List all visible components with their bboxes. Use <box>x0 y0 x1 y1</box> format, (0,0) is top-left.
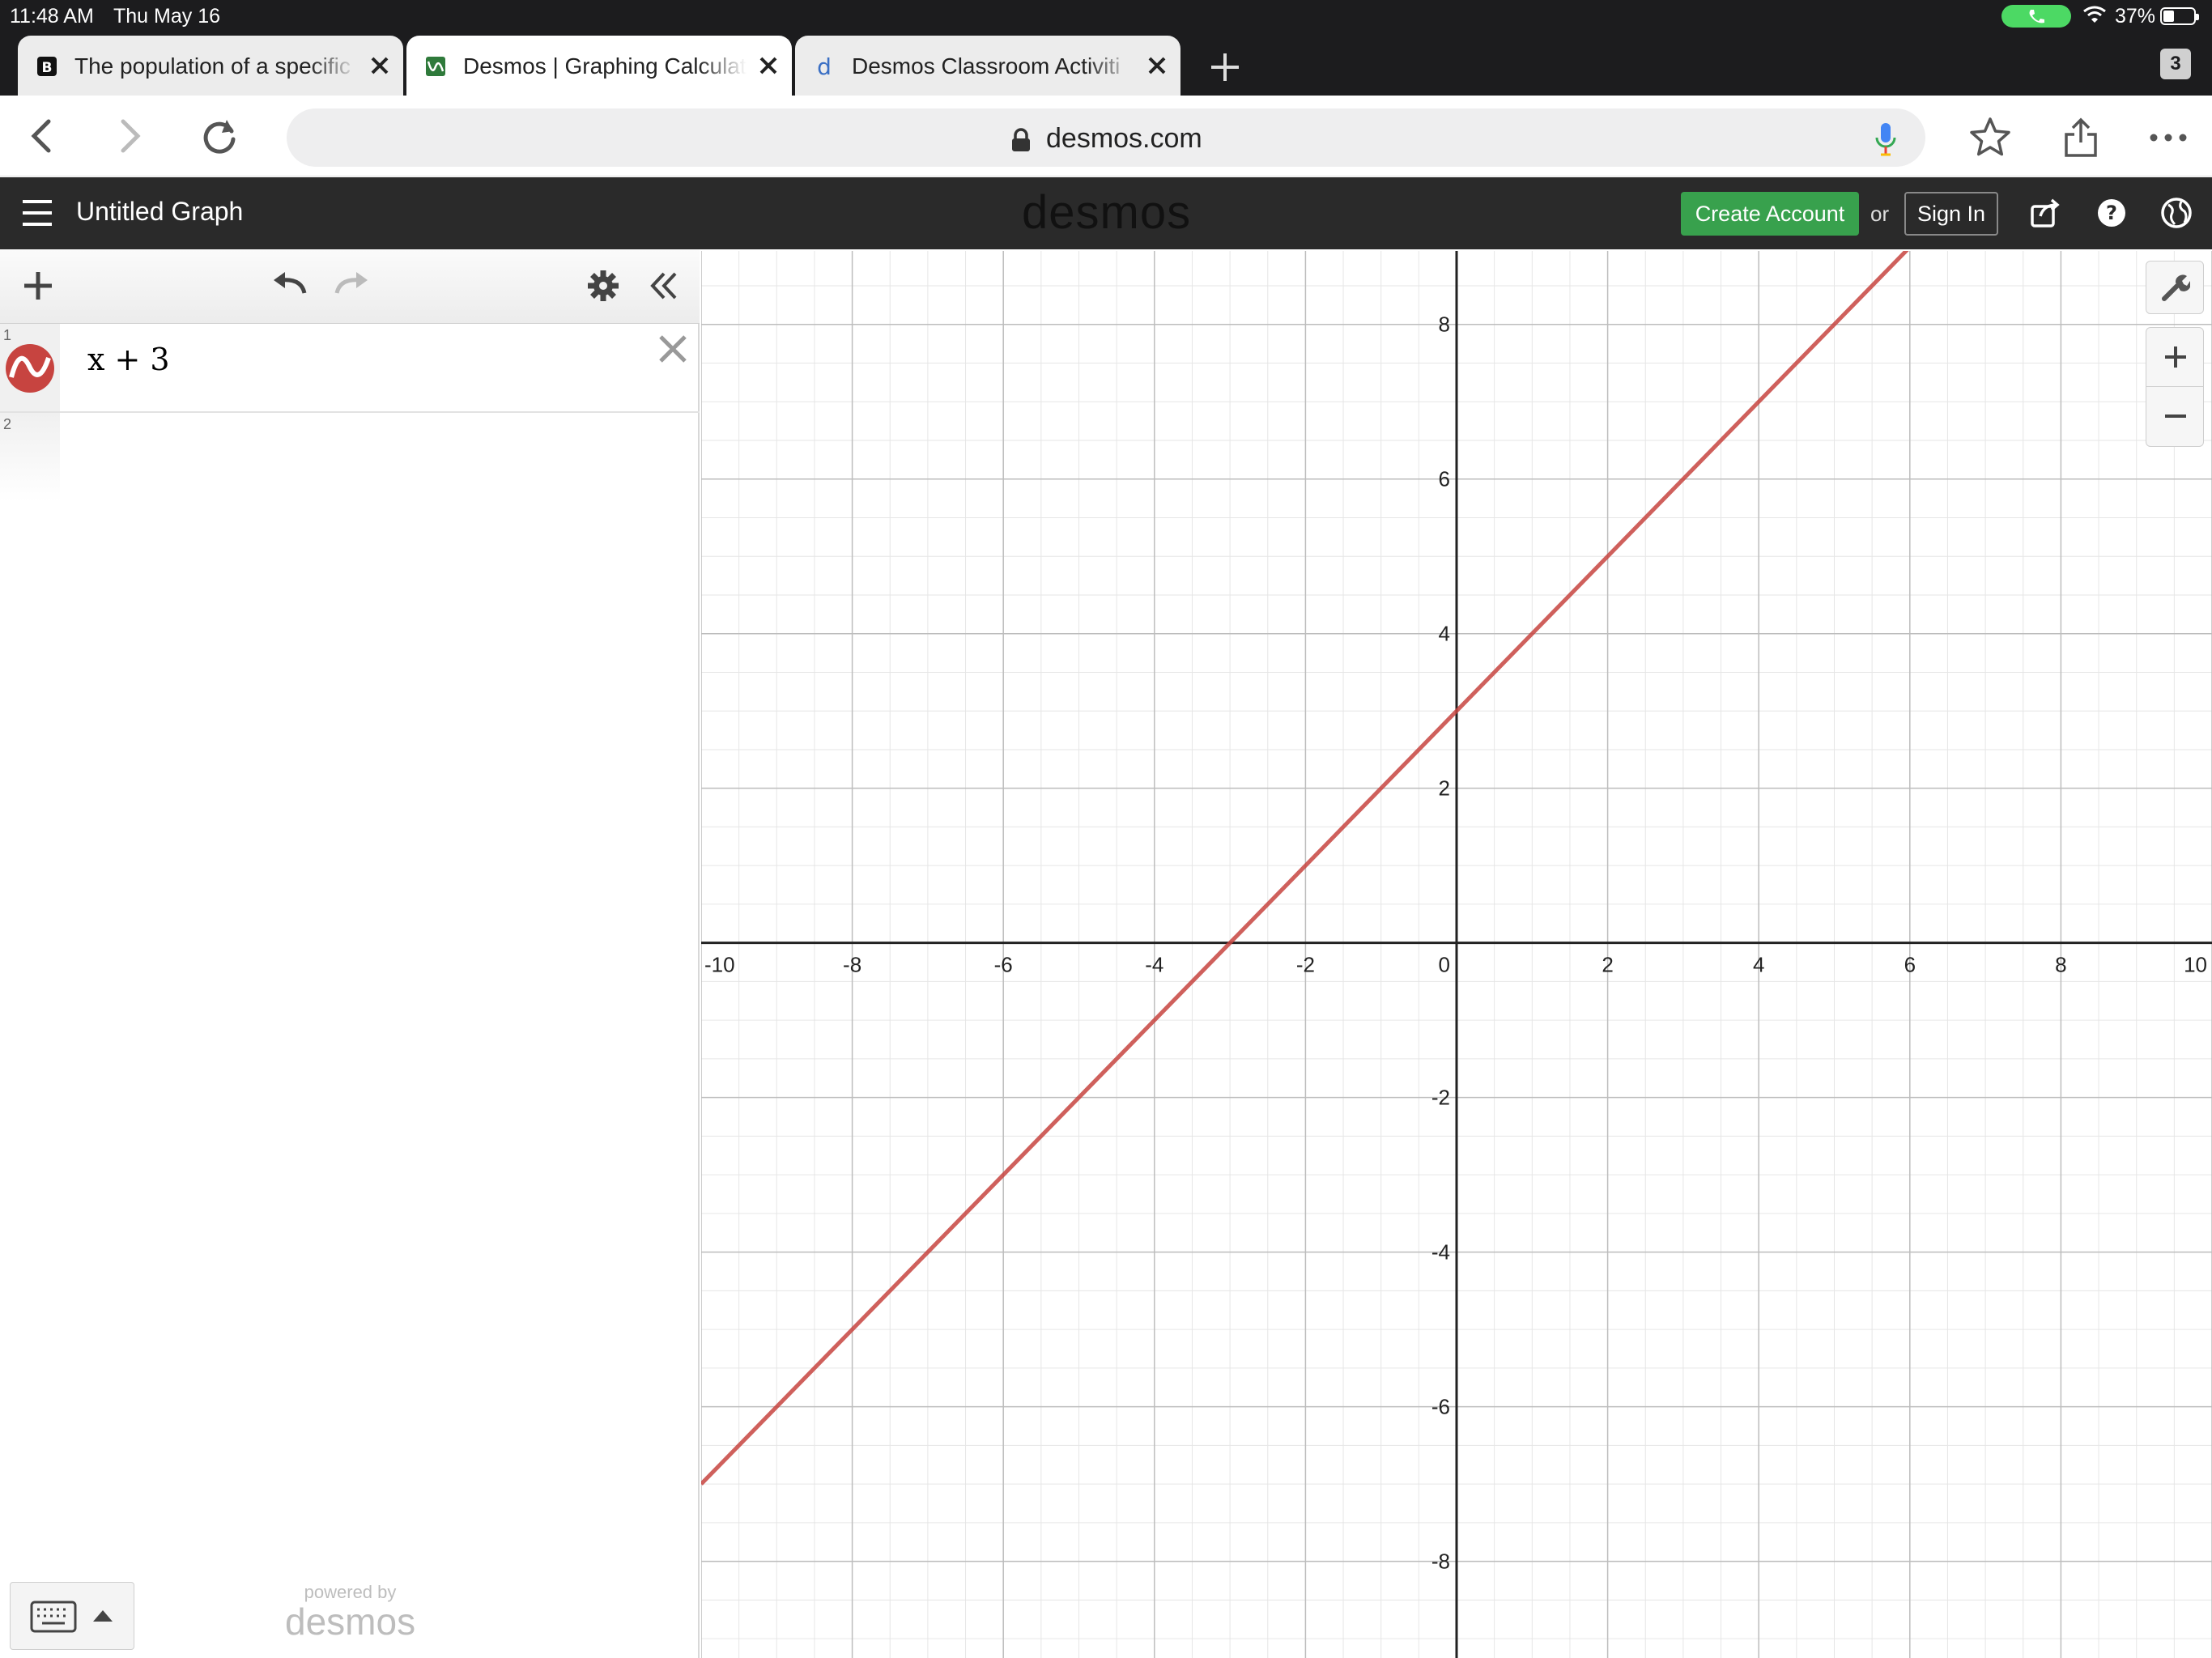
more-options-icon[interactable] <box>2146 115 2191 160</box>
x-tick-label: 8 <box>2055 953 2066 977</box>
browser-tab-strip: B The population of a specific Desmos | … <box>0 32 2212 96</box>
collapse-panel-icon[interactable] <box>646 269 680 303</box>
help-icon[interactable]: ? <box>2095 197 2128 229</box>
battery-percent: 37% <box>2115 5 2156 28</box>
expression-row-empty[interactable]: 2 <box>0 413 700 502</box>
powered-by-brand: desmos <box>285 1601 416 1643</box>
wifi-icon <box>2083 6 2106 23</box>
address-bar[interactable]: desmos.com <box>287 108 1925 167</box>
graph-canvas[interactable]: -10 -8 -6 -4 -2 0 2 4 6 8 10 -8 -6 -4 -2 2 4 6 8 <box>701 251 2212 1658</box>
x-tick-label: 2 <box>1602 953 1613 977</box>
svg-text:B: B <box>42 60 53 76</box>
hamburger-menu-icon[interactable] <box>21 198 53 227</box>
reload-icon[interactable] <box>199 115 241 157</box>
x-tick-label: -8 <box>843 953 861 977</box>
graph-title[interactable]: Untitled Graph <box>76 197 243 227</box>
new-tab-icon[interactable] <box>1206 49 1244 86</box>
tab-desmos-graphing[interactable]: Desmos | Graphing Calculat <box>406 36 792 96</box>
status-time: 11:48 AM <box>10 5 94 28</box>
expression-gutter: 2 <box>0 413 60 502</box>
share-graph-icon[interactable] <box>2029 197 2061 229</box>
lock-icon <box>1012 128 1030 151</box>
zoom-in-button[interactable] <box>2146 327 2204 387</box>
x-tick-label: 6 <box>1904 953 1916 977</box>
zoom-out-button[interactable] <box>2146 387 2204 447</box>
tab-title: Desmos Classroom Activiti <box>852 53 1135 79</box>
graph-settings-button[interactable] <box>2146 261 2204 314</box>
expression-toolbar <box>0 249 700 324</box>
battery-icon <box>2160 7 2199 25</box>
graph-line-color-icon[interactable] <box>5 343 55 393</box>
create-account-button[interactable]: Create Account <box>1681 192 1859 236</box>
expression-panel: 1 x + 3 2 powered by desmos <box>0 249 700 1658</box>
desmos-graph-icon <box>426 57 445 76</box>
x-tick-label: 4 <box>1753 953 1764 977</box>
desmos-logo: desmos <box>1022 186 1192 239</box>
x-tick-label: 10 <box>2184 953 2207 977</box>
microphone-icon[interactable] <box>1874 121 1898 157</box>
y-tick-label: 8 <box>1439 312 1450 337</box>
graph-paper[interactable]: -10 -8 -6 -4 -2 0 2 4 6 8 10 -8 -6 -4 -2 2 4 6 8 <box>701 251 2212 1658</box>
keyboard-icon <box>30 1601 77 1633</box>
add-item-icon[interactable] <box>21 269 55 303</box>
expression-index: 2 <box>3 416 12 432</box>
browser-toolbar: desmos.com <box>0 96 2212 176</box>
y-tick-label: 6 <box>1439 467 1450 491</box>
expression-gutter: 1 <box>0 324 60 411</box>
or-label: or <box>1870 202 1890 226</box>
ios-status-bar: 11:48 AM Thu May 16 37% <box>0 0 2212 32</box>
brainly-icon: B <box>37 57 57 76</box>
caret-up-icon <box>93 1610 113 1622</box>
keypad-toggle-button[interactable] <box>10 1582 134 1650</box>
y-tick-label: -2 <box>1431 1086 1450 1110</box>
wrench-icon <box>2162 274 2190 301</box>
desmos-d-icon: d <box>817 55 832 78</box>
tab-desmos-classroom[interactable]: d Desmos Classroom Activiti <box>795 36 1180 96</box>
plus-icon <box>2165 346 2186 368</box>
address-url: desmos.com <box>1046 123 1202 154</box>
phone-icon <box>2029 10 2044 23</box>
svg-text:d: d <box>817 55 832 78</box>
tab-population-question[interactable]: B The population of a specific <box>18 36 403 96</box>
y-tick-label: -8 <box>1431 1550 1450 1574</box>
sign-in-button[interactable]: Sign In <box>1904 192 1998 236</box>
undo-icon[interactable] <box>270 269 309 303</box>
y-tick-label: 2 <box>1439 776 1450 801</box>
x-tick-label: -2 <box>1296 953 1315 977</box>
y-tick-label: -4 <box>1431 1240 1450 1265</box>
redo-icon[interactable] <box>332 269 371 303</box>
expression-input[interactable]: x + 3 <box>87 342 170 377</box>
tab-title: The population of a specific <box>74 53 358 79</box>
x-tick-label: -10 <box>704 953 735 977</box>
x-tick-label: -6 <box>994 953 1013 977</box>
x-tick-label: 0 <box>1439 953 1450 977</box>
close-tab-icon[interactable] <box>368 53 392 78</box>
x-tick-label: -4 <box>1145 953 1163 977</box>
powered-by-desmos: powered by desmos <box>285 1582 415 1640</box>
close-tab-icon[interactable] <box>756 53 781 78</box>
status-date: Thu May 16 <box>113 5 221 28</box>
globe-language-icon[interactable] <box>2160 197 2193 229</box>
tab-count-badge[interactable]: 3 <box>2160 49 2191 79</box>
share-icon[interactable] <box>2058 115 2104 160</box>
bookmark-star-icon[interactable] <box>1967 115 2013 160</box>
back-icon[interactable] <box>23 115 65 157</box>
battery-level <box>2163 11 2174 22</box>
expression-index: 1 <box>3 327 12 343</box>
delete-expression-icon[interactable] <box>653 329 693 369</box>
settings-gear-icon[interactable] <box>586 269 620 303</box>
y-tick-label: -6 <box>1431 1395 1450 1419</box>
desmos-header: Untitled Graph desmos Create Account or … <box>0 177 2212 249</box>
tab-title: Desmos | Graphing Calculat <box>463 53 747 79</box>
close-tab-icon[interactable] <box>1145 53 1169 78</box>
call-in-progress-pill[interactable] <box>2001 5 2071 28</box>
minus-icon <box>2165 414 2186 418</box>
y-tick-label: 4 <box>1439 622 1450 646</box>
expression-row[interactable]: 1 x + 3 <box>0 324 700 413</box>
forward-icon[interactable] <box>108 115 151 157</box>
svg-text:?: ? <box>2106 202 2117 224</box>
